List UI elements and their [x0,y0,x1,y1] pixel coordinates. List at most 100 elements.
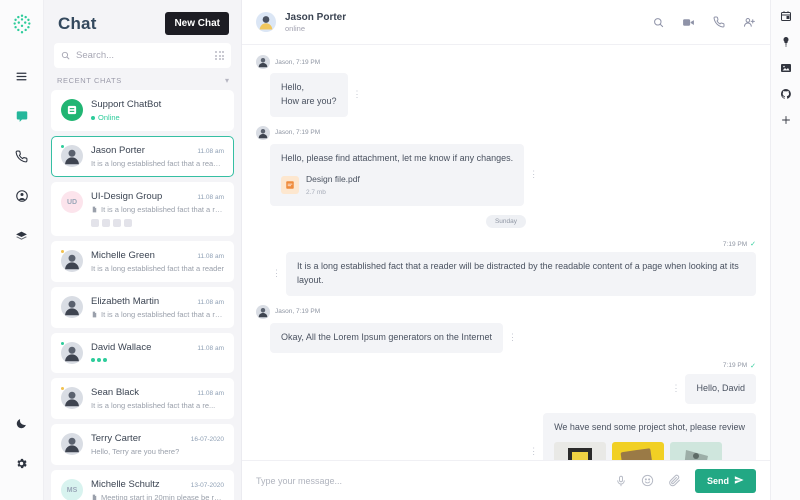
video-call-icon[interactable] [682,16,695,29]
chat-list-item-name: Sean Black [91,387,140,398]
chat-list-item-name: Michelle Schultz [91,479,160,490]
message-bubble[interactable]: Okay, All the Lorem Ipsum generators on … [270,322,503,353]
chat-list-item[interactable]: Terry Carter 16-07-2020 Hello, Terry are y… [51,424,234,465]
search-icon[interactable] [653,17,664,28]
conversation-header: Jason Porter online [242,0,770,45]
avatar [60,341,83,364]
message-bubble[interactable]: Hello, How are you? [270,73,348,117]
image-icon[interactable] [780,62,792,74]
chevron-down-icon[interactable]: ▾ [225,76,229,85]
gallery-thumbnail[interactable] [670,441,723,460]
plus-add-icon[interactable] [780,114,792,126]
message-options-icon[interactable]: ⋮ [529,446,538,456]
chat-list-item-body: UI-Design Group 11.08 am It is a long esta… [91,191,224,227]
phone-icon[interactable] [7,141,37,171]
message-text: Hello, please find attachment, let me kn… [281,152,514,163]
file-attachment[interactable]: Design file.pdf 2.7 mb [281,173,513,198]
chat-list-item[interactable]: Elizabeth Martin 11.08 am It is a long est… [51,287,234,328]
message-sender-time: Jason, 7:19 PM [275,308,321,316]
message-meta: Jason, 7:19 PM [256,304,756,319]
layers-icon[interactable] [7,221,37,251]
message-text: Hello, How are you? [281,82,337,106]
message-options-icon[interactable]: ⋮ [529,170,538,179]
right-icon-rail [770,0,800,500]
message-in: Jason, 7:19 PM Hello, please find attachm… [256,125,756,207]
chat-icon[interactable] [7,101,37,131]
message-bubble-row: ⋮ Hello, David [671,373,756,404]
avatar [60,144,83,167]
message-bubble[interactable]: Hello, please find attachment, let me kn… [270,143,525,207]
message-bubble-row: ⋮ It is a long established fact that a re… [272,252,756,296]
message-bubble[interactable]: We have send some project shot, please r… [543,412,756,460]
message-out: 7:19 PM ✓ ⋮ It is a long established fact t… [256,240,756,296]
conversation-header-text: Jason Porter online [285,12,346,33]
chat-list-item-preview-text: It is a long established fact that a rea… [101,310,224,319]
chat-list-item[interactable]: Jason Porter 11.08 am It is a long establi… [51,136,234,177]
message-options-icon[interactable]: ⋮ [353,90,362,99]
github-icon[interactable] [780,88,792,100]
chat-list-item-preview: It is a long established fact that a rea… [91,264,224,273]
user-icon[interactable] [7,181,37,211]
moon-dark-mode-icon[interactable] [7,408,37,438]
chat-list-item-preview: Hello, Terry are you there? [91,447,224,456]
chat-list-item-time: 11.08 am [197,148,224,155]
chat-list-item[interactable]: David Wallace 11.08 am [51,333,234,373]
status-dot [60,144,65,149]
chat-list-item-preview-text: It is a long established fact that a re.… [91,401,216,410]
phone-call-icon[interactable] [713,16,725,28]
menu-list-icon[interactable] [7,61,37,91]
message-bubble-row: Hello, How are you? ⋮ [270,73,756,117]
message-in: Jason, 7:19 PM Hello, How are you? ⋮ [256,55,756,117]
message-text: Hello, David [696,382,745,393]
day-divider: Sunday [256,215,756,229]
chat-list-item[interactable]: MS Michelle Schultz 13-07-2020 Meeting star… [51,470,234,500]
search-input[interactable] [76,50,209,61]
chat-list-item-preview-text: It is a long established fact that a rea… [91,159,224,168]
chat-list-item-preview-text: Online [98,113,120,122]
attachment-paperclip-icon[interactable] [668,474,681,487]
chat-list-item[interactable]: UD UI-Design Group 11.08 am It is a long es… [51,182,234,236]
message-bubble[interactable]: Hello, David [685,373,756,404]
chat-list-item-top: Sean Black 11.08 am [91,387,224,398]
read-receipt-icon: ✓ [750,241,756,249]
message-options-icon[interactable]: ⋮ [272,269,281,278]
chat-list-item-name: David Wallace [91,342,152,353]
message-options-icon[interactable]: ⋮ [508,333,517,342]
send-plane-icon [734,475,744,487]
grid-menu-icon[interactable] [215,51,224,60]
calendar-icon[interactable] [780,10,792,22]
message-input[interactable] [256,475,601,486]
message-timestamp-row: 7:19 PM ✓ [723,240,756,249]
chat-list-item-name: Terry Carter [91,433,142,444]
chat-list-item[interactable]: Michelle Green 11.08 am It is a long estab… [51,241,234,282]
chat-list-item-preview: It is a long established fact that a rea… [91,205,224,214]
microphone-icon[interactable] [615,475,627,487]
message-composer: Send [242,460,770,500]
emoji-smiley-icon[interactable] [641,474,654,487]
chat-app: Chat New Chat RECENT CHATS ▾ Support Cha… [0,0,800,500]
add-person-icon[interactable] [743,16,756,29]
new-chat-button[interactable]: New Chat [165,12,229,35]
chat-list-item-top: Jason Porter 11.08 am [91,145,224,156]
chat-list[interactable]: Support ChatBot Online Jason Porter 11.08 a… [44,90,241,500]
chat-list-item[interactable]: Support ChatBot Online [51,90,234,131]
pin-icon[interactable] [780,36,792,48]
message-timestamp: 7:19 PM [722,362,748,370]
chat-list-panel: Chat New Chat RECENT CHATS ▾ Support Cha… [44,0,242,500]
message-timestamp-row: 7:19 PM ✓ [723,362,756,370]
message-bubble[interactable]: It is a long established fact that a rea… [286,252,756,296]
contact-name: Jason Porter [285,11,347,23]
message-options-icon[interactable]: ⋮ [671,384,680,393]
search-box[interactable] [54,43,231,68]
pdf-file-icon [281,176,299,195]
chat-list-item-preview-text: Hello, Terry are you there? [91,447,180,456]
avatar [256,125,270,140]
gear-settings-icon[interactable] [7,448,37,478]
gallery-thumbnail[interactable] [554,441,607,460]
gallery-thumbnail[interactable] [612,441,665,460]
chat-list-item-preview: It is a long established fact that a rea… [91,310,224,319]
send-button[interactable]: Send [694,468,756,493]
recent-chats-label: RECENT CHATS [57,76,122,85]
chat-list-item[interactable]: Sean Black 11.08 am It is a long establish… [51,378,234,419]
chat-list-item-body: Michelle Schultz 13-07-2020 Meeting start … [91,479,224,500]
